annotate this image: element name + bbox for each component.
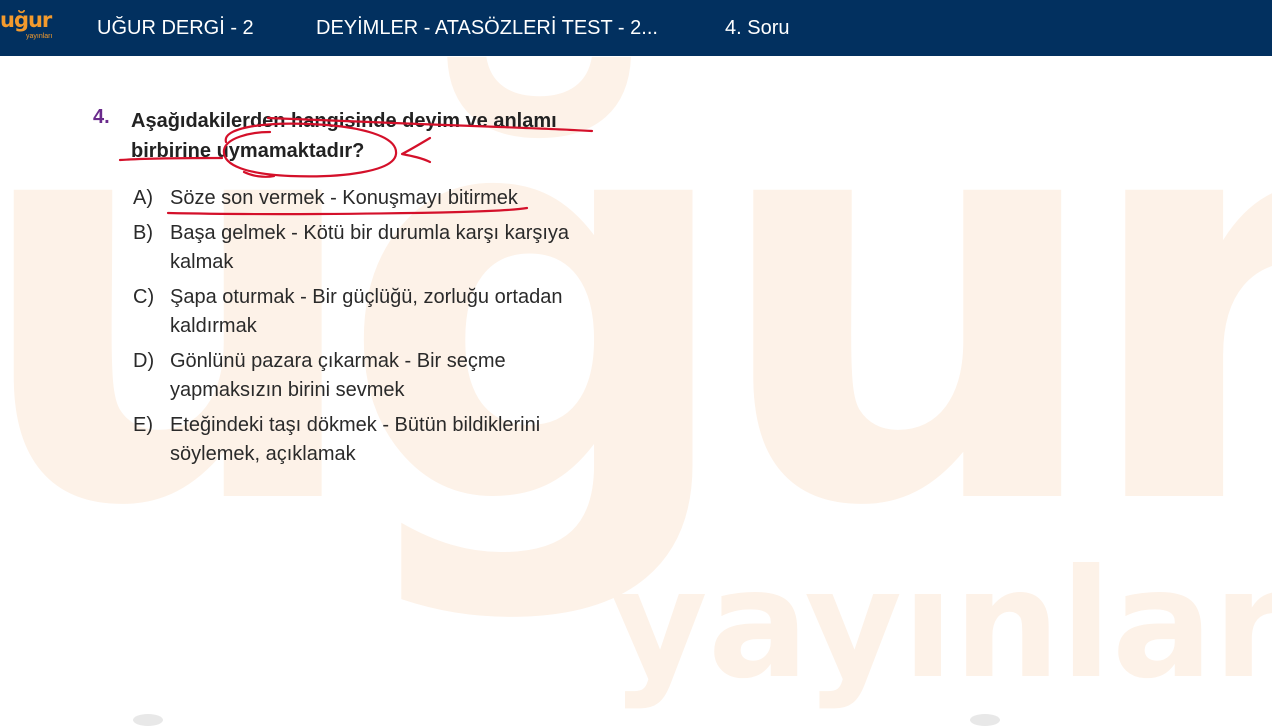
breadcrumb-magazine[interactable]: UĞUR DERGİ - 2 [97, 0, 254, 56]
breadcrumb-test[interactable]: DEYİMLER - ATASÖZLERİ TEST - 2... [316, 0, 658, 56]
option-text: Eteğindeki taşı dökmek - Bütün bildikler… [170, 414, 541, 465]
option-text: Şapa oturmak - Bir güçlüğü, zorluğu orta… [170, 286, 563, 337]
option-e[interactable]: E) Eteğindeki taşı dökmek - Bütün bildik… [133, 411, 603, 469]
publisher-logo[interactable]: uğur yayınları [0, 8, 60, 48]
watermark-sub: yayınları [610, 538, 1272, 712]
option-text: Söze son vermek - Konuşmayı bitirmek [170, 187, 518, 209]
logo-sub: yayınları [26, 33, 53, 40]
option-b[interactable]: B) Başa gelmek - Kötü bir durumla karşı … [133, 219, 603, 277]
circle-tail [242, 170, 276, 178]
option-text: Başa gelmek - Kötü bir durumla karşı kar… [170, 222, 570, 273]
breadcrumb-question[interactable]: 4. Soru [725, 0, 789, 56]
option-letter: D) [133, 350, 155, 372]
answer-options: A) Söze son vermek - Konuşmayı bitirmek … [133, 184, 603, 475]
bottom-edge-shape-right [970, 714, 1000, 726]
option-text: Gönlünü pazara çıkarmak - Bir seçme yapm… [170, 350, 506, 401]
top-bar: uğur yayınları UĞUR DERGİ - 2 DEYİMLER -… [0, 0, 1272, 56]
question-number: 4. [93, 106, 110, 128]
option-letter: C) [133, 286, 155, 308]
option-a[interactable]: A) Söze son vermek - Konuşmayı bitirmek [133, 184, 603, 213]
logo-word: uğur [0, 8, 52, 32]
option-letter: E) [133, 414, 153, 436]
option-letter: A) [133, 187, 153, 209]
question-stem: Aşağıdakilerden hangisinde deyim ve anla… [131, 110, 557, 162]
option-letter: B) [133, 222, 153, 244]
bottom-edge-shape-left [133, 714, 163, 726]
option-c[interactable]: C) Şapa oturmak - Bir güçlüğü, zorluğu o… [133, 283, 603, 341]
option-d[interactable]: D) Gönlünü pazara çıkarmak - Bir seçme y… [133, 347, 603, 405]
